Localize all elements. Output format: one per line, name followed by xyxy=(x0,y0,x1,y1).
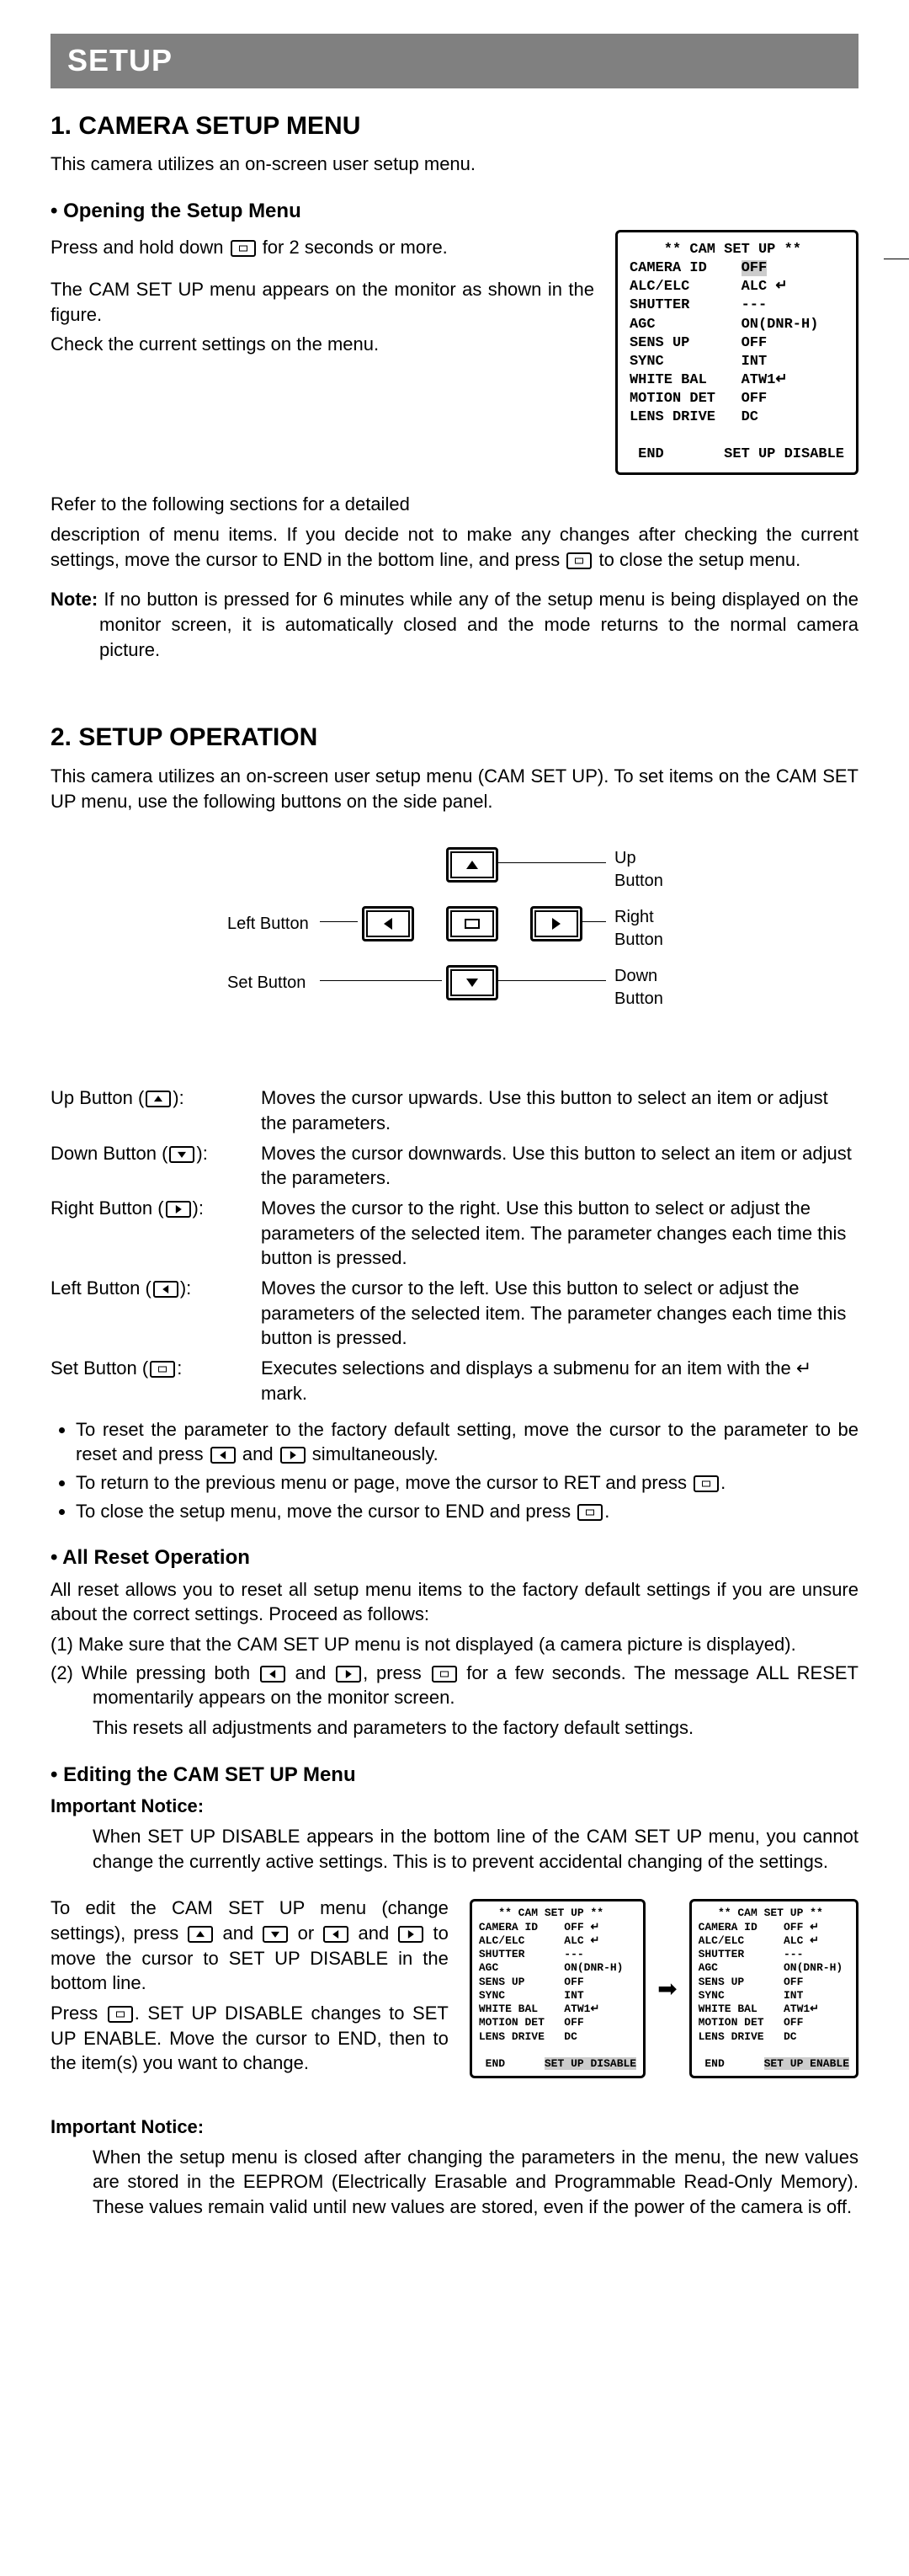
important-notice-1: When SET UP DISABLE appears in the botto… xyxy=(93,1824,858,1874)
set-button-icon xyxy=(566,552,592,569)
edit-instructions-1: To edit the CAM SET UP menu (change sett… xyxy=(50,1896,449,1996)
down-button-icon xyxy=(169,1146,194,1163)
osd-disable: ** CAM SET UP ** CAMERA ID OFF ↵ ALC/ELC… xyxy=(470,1899,646,2078)
button-desc-row: Down Button ():Moves the cursor downward… xyxy=(50,1139,858,1193)
down-button-label: Down Button xyxy=(614,965,663,1011)
down-button-icon xyxy=(263,1926,288,1943)
all-reset-step1: (1) Make sure that the CAM SET UP menu i… xyxy=(50,1632,858,1657)
button-description-table: Up Button ():Moves the cursor upwards. U… xyxy=(50,1083,858,1408)
all-reset-step2-cont: This resets all adjustments and paramete… xyxy=(93,1715,858,1741)
up-button-label: Up Button xyxy=(614,847,663,893)
all-reset-intro: All reset allows you to reset all setup … xyxy=(50,1577,858,1627)
left-button-icon xyxy=(260,1666,285,1683)
opening-setup-menu-heading: • Opening the Setup Menu xyxy=(50,198,858,225)
set-button-icon xyxy=(231,240,256,257)
editing-heading: • Editing the CAM SET UP Menu xyxy=(50,1762,858,1789)
set-button-icon xyxy=(694,1475,719,1492)
left-button-icon xyxy=(153,1281,178,1298)
description-close-text: description of menu items. If you decide… xyxy=(50,522,858,572)
down-button-box xyxy=(446,965,498,1000)
important-notice-label-1: Important Notice: xyxy=(50,1794,858,1819)
osd-enable: ** CAM SET UP ** CAMERA ID OFF ↵ ALC/ELC… xyxy=(689,1899,858,2078)
section-1-title: 1. CAMERA SETUP MENU xyxy=(50,109,858,144)
right-button-icon xyxy=(280,1447,306,1464)
set-button-icon xyxy=(150,1361,175,1378)
up-button-icon xyxy=(146,1091,171,1107)
right-button-icon xyxy=(336,1666,361,1683)
check-settings-text: Check the current settings on the menu. xyxy=(50,332,594,357)
edit-instructions-2: Press . SET UP DISABLE changes to SET UP… xyxy=(50,2001,449,2076)
button-diagram: Up Button Down Button Right Button Left … xyxy=(185,847,724,1032)
important-notice-2: When the setup menu is closed after chan… xyxy=(93,2145,858,2220)
bullet-item: To close the setup menu, move the cursor… xyxy=(76,1499,858,1524)
important-notice-label-2: Important Notice: xyxy=(50,2115,858,2140)
section-1-intro: This camera utilizes an on-screen user s… xyxy=(50,152,858,177)
left-button-label: Left Button xyxy=(227,913,309,936)
press-hold-text: Press and hold down for 2 seconds or mor… xyxy=(50,235,594,260)
up-button-icon xyxy=(188,1926,213,1943)
menu-appears-text: The CAM SET UP menu appears on the monit… xyxy=(50,277,594,327)
set-button-box xyxy=(446,906,498,941)
right-button-label: Right Button xyxy=(614,906,663,952)
up-button-box xyxy=(446,847,498,883)
right-button-icon xyxy=(398,1926,423,1943)
bullet-item: To reset the parameter to the factory de… xyxy=(76,1417,858,1467)
refer-text: Refer to the following sections for a de… xyxy=(50,492,858,517)
operation-bullets: To reset the parameter to the factory de… xyxy=(76,1417,858,1524)
set-button-icon xyxy=(108,2006,133,2023)
all-reset-heading: • All Reset Operation xyxy=(50,1544,858,1571)
all-reset-step2: (2) While pressing both and , press for … xyxy=(50,1661,858,1710)
set-button-label: Set Button xyxy=(227,972,306,995)
button-desc-row: Right Button ():Moves the cursor to the … xyxy=(50,1193,858,1273)
bullet-item: To return to the previous menu or page, … xyxy=(76,1470,858,1496)
section-2-intro: This camera utilizes an on-screen user s… xyxy=(50,764,858,813)
note-6min: Note: If no button is pressed for 6 minu… xyxy=(50,587,858,662)
right-button-icon xyxy=(166,1201,191,1218)
set-button-icon xyxy=(577,1504,603,1521)
button-desc-row: Left Button ():Moves the cursor to the l… xyxy=(50,1273,858,1353)
left-button-icon xyxy=(210,1447,236,1464)
left-button-box xyxy=(362,906,414,941)
button-desc-row: Up Button ():Moves the cursor upwards. U… xyxy=(50,1083,858,1138)
osd-main-menu: ** CAM SET UP ** CAMERA ID OFF ALC/ELC A… xyxy=(615,230,858,475)
button-desc-row: Set Button (:Executes selections and dis… xyxy=(50,1353,858,1408)
section-2-title: 2. SETUP OPERATION xyxy=(50,721,858,755)
arrow-right-icon: ➡ xyxy=(657,1973,677,2005)
setup-banner: SETUP xyxy=(50,34,858,88)
right-button-box xyxy=(530,906,582,941)
left-button-icon xyxy=(323,1926,348,1943)
set-button-icon xyxy=(432,1666,457,1683)
